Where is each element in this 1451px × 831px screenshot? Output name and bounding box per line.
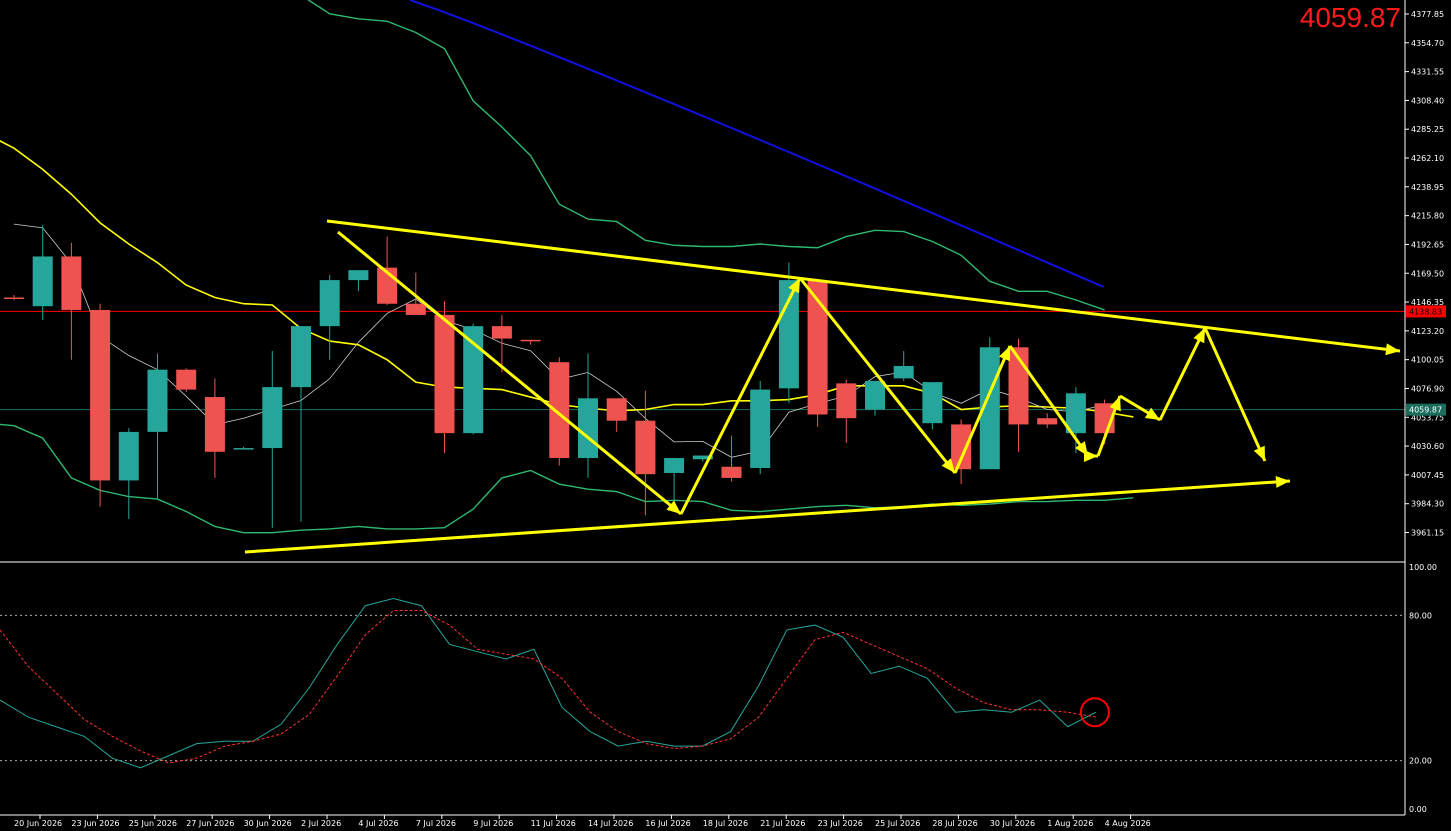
candle-body (90, 309, 111, 481)
price-tick-label: 4331.55 (1411, 68, 1444, 77)
time-tick-label: 7 Jul 2026 (416, 819, 456, 828)
candle-body (922, 382, 943, 424)
time-tick-label: 1 Aug 2026 (1047, 819, 1093, 828)
time-tick-label: 25 Jul 2026 (875, 819, 920, 828)
candle-body (32, 256, 53, 307)
candle-body (204, 397, 225, 452)
candle-body (405, 303, 426, 315)
time-tick-label: 25 Jun 2026 (129, 819, 177, 828)
candle-body (291, 326, 311, 388)
time-tick-label: 4 Jul 2026 (358, 819, 398, 828)
candle-body (520, 339, 541, 342)
candle-body (61, 256, 82, 310)
price-tick-label: 4308.40 (1411, 96, 1444, 105)
candle-body (721, 466, 742, 478)
candle-body (147, 369, 168, 432)
candle-body (664, 458, 685, 473)
price-tick-label: 4285.25 (1411, 125, 1444, 134)
time-tick-label: 21 Jul 2026 (760, 819, 805, 828)
resistance-price-label: 4138.83 (1409, 307, 1442, 316)
stoch-tick-label: 80.00 (1409, 611, 1432, 620)
stoch-tick-label: 0.00 (1409, 805, 1427, 814)
price-tick-label: 4238.95 (1411, 183, 1444, 192)
price-tick-label: 4007.45 (1411, 471, 1444, 480)
price-tick-label: 4076.90 (1411, 384, 1444, 393)
price-tick-label: 4354.70 (1411, 39, 1444, 48)
time-tick-label: 9 Jul 2026 (473, 819, 513, 828)
candle-body (4, 297, 24, 300)
candle-body (1037, 418, 1058, 425)
time-tick-label: 23 Jun 2026 (71, 819, 119, 828)
candle-body (836, 383, 857, 419)
candle-body (750, 389, 771, 468)
candle-body (118, 431, 139, 481)
price-tick-label: 4123.20 (1411, 327, 1444, 336)
time-tick-label: 16 Jul 2026 (645, 819, 690, 828)
time-tick-label: 18 Jul 2026 (703, 819, 748, 828)
time-tick-label: 30 Jul 2026 (990, 819, 1035, 828)
time-tick-label: 30 Jun 2026 (244, 819, 292, 828)
candle-body (348, 270, 369, 281)
time-tick-label: 14 Jul 2026 (588, 819, 633, 828)
candle-body (578, 398, 598, 459)
time-tick-label: 23 Jul 2026 (818, 819, 863, 828)
price-readout: 4059.87 (1299, 2, 1401, 33)
price-tick-label: 4215.80 (1411, 212, 1444, 221)
current-price-label: 4059.87 (1409, 406, 1442, 415)
candle-body (176, 369, 197, 390)
price-tick-label: 4030.60 (1411, 442, 1444, 451)
candle-body (606, 398, 627, 421)
price-tick-label: 3984.30 (1411, 500, 1444, 509)
time-tick-label: 20 Jun 2026 (14, 819, 62, 828)
time-tick-label: 2 Jul 2026 (301, 819, 341, 828)
candle-body (233, 448, 254, 450)
price-tick-label: 4169.50 (1411, 269, 1444, 278)
price-tick-label: 4100.05 (1411, 356, 1444, 365)
candle-body (893, 365, 914, 379)
time-tick-label: 4 Aug 2026 (1105, 819, 1151, 828)
candle-body (319, 280, 340, 327)
price-tick-label: 4262.10 (1411, 154, 1444, 163)
price-tick-label: 4377.85 (1411, 10, 1444, 19)
price-tick-label: 3961.15 (1411, 529, 1444, 538)
candle-body (865, 380, 885, 410)
stoch-tick-label: 100.00 (1409, 563, 1437, 572)
time-tick-label: 28 Jul 2026 (932, 819, 977, 828)
time-tick-label: 11 Jul 2026 (531, 819, 576, 828)
trading-chart[interactable]: 4377.85 4354.70 4331.55 4308.40 4285.25 4262.… (0, 0, 1451, 831)
candle-body (778, 280, 799, 389)
stoch-tick-label: 20.00 (1409, 757, 1432, 766)
candle-body (434, 314, 455, 434)
price-tick-label: 4192.65 (1411, 240, 1444, 249)
candle-body (262, 387, 283, 449)
time-tick-label: 27 Jun 2026 (186, 819, 234, 828)
candle-body (491, 326, 512, 339)
candle-body (635, 420, 656, 475)
